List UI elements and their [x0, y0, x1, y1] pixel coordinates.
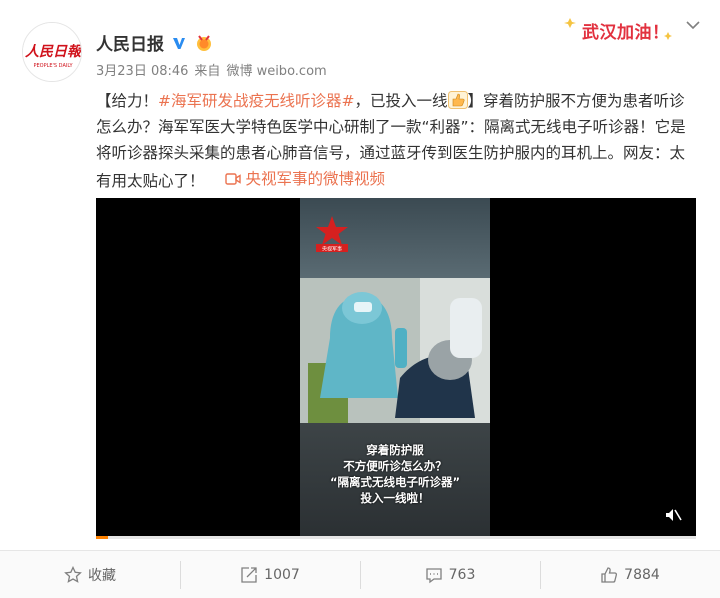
- thumbs-up-emoji-icon: [447, 91, 468, 109]
- like-button[interactable]: 7884: [540, 551, 720, 598]
- source-prefix: 来自: [194, 64, 221, 79]
- video-progress-fill: [96, 536, 108, 539]
- chevron-down-icon[interactable]: [686, 20, 700, 30]
- weibo-post-card: 人民日報 PEOPLE'S DAILY 人民日报 3月23日 08:46 来自 …: [0, 0, 720, 598]
- comment-button[interactable]: 763: [360, 551, 540, 598]
- post-source[interactable]: 微博 weibo.com: [226, 60, 326, 79]
- mute-icon[interactable]: [664, 506, 682, 524]
- svg-text:PEOPLE'S DAILY: PEOPLE'S DAILY: [33, 63, 73, 69]
- video-progress-bar[interactable]: [96, 536, 696, 539]
- medical-scene-illustration: [300, 278, 490, 423]
- video-link-label: 央视军事的微博视频: [245, 170, 385, 188]
- author-avatar[interactable]: 人民日報 PEOPLE'S DAILY: [22, 22, 82, 82]
- video-caption: 穿着防护服 不方便听诊怎么办？ “隔离式无线电子听诊器” 投入一线啦！: [300, 442, 490, 506]
- video-player[interactable]: 央视军事 穿着防护服 不方便听诊怎么办？ “隔离式无线电子听诊器” 投入一线啦！: [96, 198, 696, 536]
- comment-icon: [425, 567, 442, 583]
- video-frame-top: 央视军事: [300, 198, 490, 278]
- video-caption-line3: “隔离式无线电子听诊器”: [329, 475, 461, 489]
- repost-count: 1007: [264, 566, 300, 583]
- video-scene: [300, 278, 490, 423]
- author-line: 人民日报: [96, 30, 214, 55]
- post-meta: 3月23日 08:46 来自 微博 weibo.com: [96, 60, 327, 79]
- channel-star-logo: 央视军事: [316, 216, 348, 253]
- star-icon: [64, 565, 82, 583]
- post-text-mid: ，已投入一线: [354, 92, 448, 110]
- post-text-lead: 【给力！: [96, 92, 159, 110]
- video-caption-line2: 不方便听诊怎么办？: [343, 459, 447, 473]
- repost-icon: [241, 566, 257, 583]
- campaign-label: 武汉加油！: [582, 23, 670, 43]
- video-frame: 央视军事 穿着防护服 不方便听诊怎么办？ “隔离式无线电子听诊器” 投入一线啦！: [300, 198, 490, 536]
- video-caption-line1: 穿着防护服: [366, 443, 424, 457]
- channel-logo-text: 央视军事: [322, 246, 342, 253]
- author-name[interactable]: 人民日报: [96, 30, 164, 55]
- like-count: 7884: [624, 566, 660, 583]
- medal-icon[interactable]: [194, 34, 214, 52]
- video-source-link[interactable]: 央视军事的微博视频: [225, 166, 385, 192]
- video-link-icon: [225, 173, 242, 185]
- verified-v-icon: [170, 34, 188, 51]
- post-text: 【给力！#海军研发战疫无线听诊器#，已投入一线 】穿着防护服不方便为患者听诊怎么…: [96, 88, 700, 194]
- hashtag-link[interactable]: #海军研发战疫无线听诊器#: [158, 92, 354, 110]
- svg-text:人民日報: 人民日報: [25, 43, 82, 60]
- comment-count: 763: [448, 566, 476, 583]
- post-date[interactable]: 3月23日 08:46: [96, 60, 188, 79]
- favorite-button[interactable]: 收藏: [0, 551, 180, 598]
- campaign-badge[interactable]: 武汉加油！: [564, 12, 676, 44]
- action-bar: 收藏 1007 763 7884: [0, 550, 720, 598]
- favorite-label: 收藏: [88, 567, 116, 584]
- peoples-daily-logo: 人民日報 PEOPLE'S DAILY: [23, 23, 82, 81]
- repost-button[interactable]: 1007: [180, 551, 360, 598]
- video-caption-line4: 投入一线啦！: [360, 491, 430, 505]
- thumbs-up-icon: [601, 566, 618, 583]
